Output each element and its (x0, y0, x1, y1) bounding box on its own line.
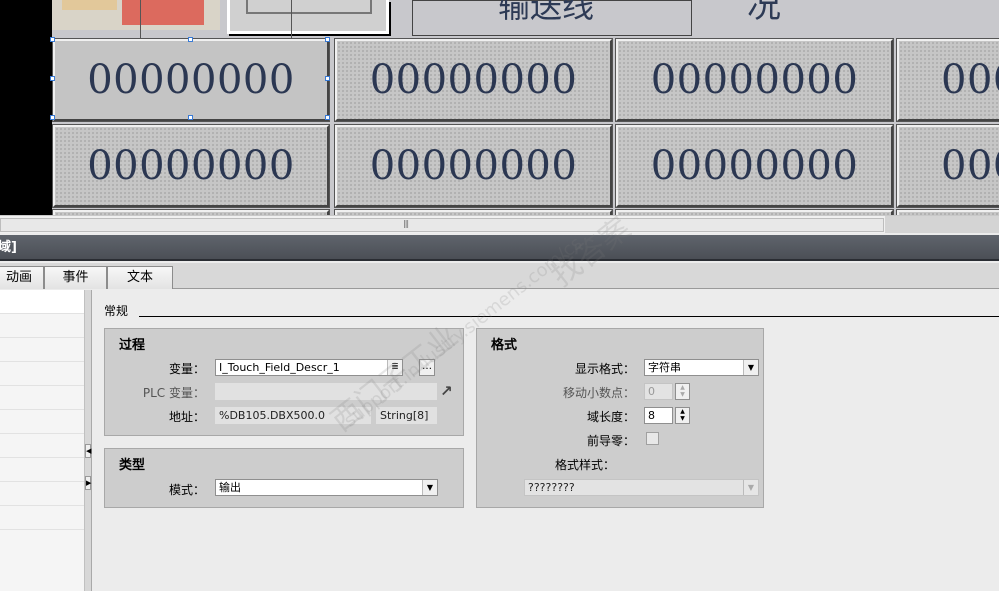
expand-right-icon[interactable]: ▶ (85, 476, 91, 490)
io-field-value: 00000000 (87, 143, 295, 189)
io-field-cell[interactable]: 00000000 (52, 124, 330, 208)
address-label: 地址： (168, 410, 205, 424)
address-field: %DB105.DBX500.0 (215, 407, 371, 424)
shift-decimal-field: 0 (644, 383, 673, 400)
grip-icon: ||| (403, 219, 409, 228)
section-title: 常规 (104, 304, 129, 318)
tab-animation[interactable]: 动画 (0, 266, 44, 289)
browse-button[interactable]: … (419, 359, 435, 376)
format-group-title: 格式 (491, 338, 518, 353)
io-field-value: 000 (941, 57, 999, 103)
tab-text[interactable]: 文本 (107, 266, 173, 289)
inspector-title-bar: 域] (0, 235, 999, 261)
nav-item[interactable] (0, 458, 84, 482)
io-field-value: 00000000 (369, 143, 578, 189)
resize-handle[interactable] (50, 76, 55, 81)
format-group: 格式 显示格式： 字符串 ▼ 移动小数点： 0 ▲ ▼ 域长度： 8 ▲ ▼ 前导零… (476, 328, 764, 508)
display-format-select[interactable]: 字符串 ▼ (644, 359, 759, 376)
mode-label: 模式： (168, 483, 205, 497)
nav-item[interactable] (0, 482, 84, 506)
nav-item[interactable] (0, 506, 84, 530)
goto-arrow-icon[interactable]: ↗ (440, 382, 453, 400)
type-group: 类型 模式： 输出 ▼ (104, 448, 464, 508)
io-field-cell[interactable]: 00000000 (615, 124, 894, 208)
io-field-cell[interactable]: 00000000 (334, 38, 613, 122)
inspector-tabs: 动画 事件 文本 (0, 263, 999, 289)
variable-value: I_Touch_Field_Descr_1 (219, 361, 340, 374)
field-length-label: 域长度： (586, 410, 635, 424)
collapse-left-icon[interactable]: ◀ (85, 444, 91, 458)
display-format-label: 显示格式： (574, 362, 635, 376)
resize-handle[interactable] (50, 37, 55, 42)
nav-item[interactable] (0, 434, 84, 458)
resize-handle[interactable] (188, 115, 193, 120)
format-pattern-label: 格式样式： (554, 458, 615, 472)
io-field-cell[interactable]: 00000000 (334, 124, 613, 208)
variable-field[interactable]: I_Touch_Field_Descr_1 ≣ (215, 359, 403, 376)
shift-decimal-stepper: ▲ ▼ (675, 383, 690, 400)
process-group: 过程 变量： I_Touch_Field_Descr_1 ≣ … PLC 变量：… (104, 328, 464, 436)
top-right-text: 况 (747, 0, 781, 26)
hmi-screen: 输送线 况 00000000 00000000 00000000 00 0 000… (50, 0, 999, 215)
process-group-title: 过程 (119, 338, 146, 353)
top-field-text: 输送线 (498, 0, 595, 25)
chevron-down-icon[interactable]: ▼ (743, 360, 758, 375)
shift-decimal-label: 移动小数点： (562, 386, 635, 400)
io-field-value: 000 (941, 143, 999, 189)
io-field-cell[interactable]: 00000000 (52, 38, 330, 122)
hmi-text-field[interactable]: 输送线 (412, 0, 692, 36)
variable-label: 变量： (168, 362, 205, 376)
scrollbar-thumb[interactable] (0, 218, 884, 232)
mode-select[interactable]: 输出 ▼ (215, 479, 438, 496)
type-group-title: 类型 (119, 458, 146, 473)
app-root: 输送线 况 00000000 00000000 00000000 00 0 000… (0, 0, 999, 591)
scrollbar-corner (885, 215, 999, 233)
resize-handle[interactable] (325, 115, 330, 120)
mode-value: 输出 (219, 481, 241, 494)
field-length-field[interactable]: 8 (644, 407, 673, 424)
nav-item[interactable] (0, 338, 84, 362)
io-field-cell[interactable]: 000 (896, 38, 999, 122)
inspector-title: 域] (0, 240, 17, 255)
hmi-canvas: 输送线 况 00000000 00000000 00000000 00 0 000… (0, 0, 999, 215)
leading-zeros-label: 前导零： (586, 434, 635, 448)
tab-events[interactable]: 事件 (44, 266, 107, 289)
resize-handle[interactable] (325, 76, 330, 81)
plc-variable-field (215, 383, 437, 400)
nav-item[interactable] (0, 314, 84, 338)
nav-item[interactable] (0, 410, 84, 434)
chevron-down-icon: ▼ (743, 480, 758, 495)
resize-handle[interactable] (50, 115, 55, 120)
format-pattern-select: ???????? ▼ (524, 479, 759, 496)
io-field-value: 00000000 (369, 57, 578, 103)
panel-splitter[interactable]: ◀ ▶ (85, 290, 92, 591)
io-field-value: 00000000 (87, 57, 295, 103)
horizontal-scrollbar[interactable]: ||| (0, 215, 885, 233)
nav-item[interactable] (0, 386, 84, 410)
datatype-field: String[8] (376, 407, 437, 424)
display-format-value: 字符串 (648, 361, 681, 374)
format-pattern-value: ???????? (528, 481, 575, 494)
property-nav-list (0, 290, 85, 591)
nav-item[interactable] (0, 290, 84, 314)
plc-variable-label: PLC 变量： (142, 386, 205, 400)
leading-zeros-checkbox (646, 432, 659, 445)
resize-handle[interactable] (188, 37, 193, 42)
io-field-cell[interactable]: 00000000 (615, 38, 894, 122)
field-length-stepper[interactable]: ▲ ▼ (675, 407, 690, 424)
io-field-value: 00000000 (650, 57, 859, 103)
nav-item[interactable] (0, 362, 84, 386)
resize-handle[interactable] (325, 37, 330, 42)
section-divider (139, 316, 999, 317)
io-field-cell[interactable]: 000 (896, 124, 999, 208)
chevron-down-icon[interactable]: ▼ (422, 480, 437, 495)
list-icon[interactable]: ≣ (387, 360, 402, 375)
io-field-value: 00000000 (650, 143, 859, 189)
